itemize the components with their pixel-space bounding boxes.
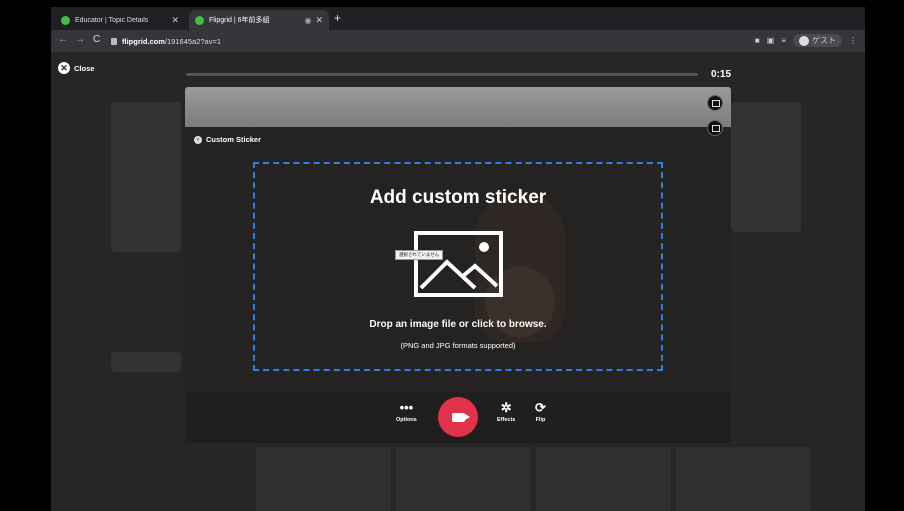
flip-label: Flip xyxy=(535,417,546,423)
camera-feed-ceiling xyxy=(185,87,731,127)
reading-list-icon[interactable]: ≡ xyxy=(781,36,786,45)
close-tab-icon[interactable]: ✕ xyxy=(171,15,179,26)
background-panel xyxy=(111,352,181,372)
recorder-controls: ••• Options ✲ Effects ⟳ Flip xyxy=(185,393,731,443)
options-button[interactable]: ••• Options xyxy=(396,399,417,423)
menu-icon[interactable]: ⋮ xyxy=(849,36,857,45)
back-arrow-icon: ‹ xyxy=(194,135,202,144)
video-camera-icon xyxy=(451,412,470,422)
profile-label: ゲスト xyxy=(812,36,836,45)
tab-title: Flipgrid | 6年前多組 xyxy=(209,17,270,24)
camera-icon[interactable]: ■ xyxy=(755,36,760,45)
new-tab-icon[interactable]: + xyxy=(334,11,341,25)
flip-camera-icon: ⟳ xyxy=(535,400,546,415)
close-button[interactable]: ✕ Close xyxy=(58,62,94,74)
close-label: Close xyxy=(74,63,95,73)
background-panel xyxy=(111,102,181,252)
options-label: Options xyxy=(396,417,417,423)
recording-time: 0:15 xyxy=(711,69,732,80)
reload-icon[interactable]: C xyxy=(93,34,100,45)
cast-icon[interactable]: ▣ xyxy=(767,36,775,45)
profile-button[interactable]: ゲスト xyxy=(793,34,842,47)
response-thumbnail[interactable] xyxy=(676,447,811,511)
effects-button[interactable]: ✲ Effects xyxy=(497,399,515,423)
image-icon xyxy=(414,231,503,297)
url-field[interactable]: flipgrid.com /191645a2?av=1 xyxy=(111,33,731,49)
background-panel xyxy=(731,102,801,232)
sticker-icon[interactable] xyxy=(707,120,723,136)
lock-icon xyxy=(111,37,117,45)
file-input-tooltip: 選択されていません xyxy=(395,250,444,260)
close-icon: ✕ xyxy=(58,62,70,74)
response-thumbnail[interactable] xyxy=(536,447,671,511)
camera-panel: ‹ Custom Sticker Add custom sticker 選択され… xyxy=(185,87,731,443)
drop-zone-message: Drop an image file or click to browse. xyxy=(369,319,547,330)
flipgrid-favicon xyxy=(195,15,204,25)
custom-sticker-back-button[interactable]: ‹ Custom Sticker xyxy=(194,135,261,144)
more-options-icon: ••• xyxy=(399,400,414,415)
tab-bar: Educator | Topic Details ✕ Flipgrid | 6年… xyxy=(51,7,865,30)
browser-toolbar-right: ■ ▣ ≡ ゲスト ⋮ xyxy=(755,34,857,47)
drop-zone-formats: (PNG and JPG formats supported) xyxy=(400,341,516,350)
address-bar: ← → C flipgrid.com /191645a2?av=1 ■ ▣ ≡ … xyxy=(51,30,865,52)
tab-title: Educator | Topic Details xyxy=(75,16,149,24)
sticker-drop-zone[interactable]: Add custom sticker 選択されていません Drop an ima… xyxy=(253,162,663,371)
tab-flipgrid[interactable]: Flipgrid | 6年前多組 ◉ ✕ xyxy=(189,10,329,30)
forward-icon[interactable]: → xyxy=(75,34,85,45)
flip-button[interactable]: ⟳ Flip xyxy=(535,399,546,423)
record-button[interactable] xyxy=(438,397,478,437)
recording-indicator-icon: ◉ xyxy=(304,15,312,25)
url-host: flipgrid.com xyxy=(122,36,165,46)
response-thumbnail[interactable] xyxy=(256,447,391,511)
avatar-icon xyxy=(799,35,809,46)
keyboard-icon[interactable] xyxy=(707,95,723,111)
effects-label: Effects xyxy=(497,417,516,423)
magic-wand-icon: ✲ xyxy=(500,400,512,415)
drop-zone-title: Add custom sticker xyxy=(369,187,547,208)
flipgrid-favicon xyxy=(61,15,70,25)
tab-educator[interactable]: Educator | Topic Details ✕ xyxy=(55,10,185,30)
custom-sticker-header: Custom Sticker xyxy=(206,135,262,144)
response-thumbnail[interactable] xyxy=(396,447,531,511)
url-path: /191645a2?av=1 xyxy=(164,36,222,46)
recording-progress-bar xyxy=(186,73,698,76)
close-tab-icon[interactable]: ✕ xyxy=(315,15,323,26)
screen: Educator | Topic Details ✕ Flipgrid | 6年… xyxy=(51,7,865,511)
back-icon[interactable]: ← xyxy=(58,34,68,45)
